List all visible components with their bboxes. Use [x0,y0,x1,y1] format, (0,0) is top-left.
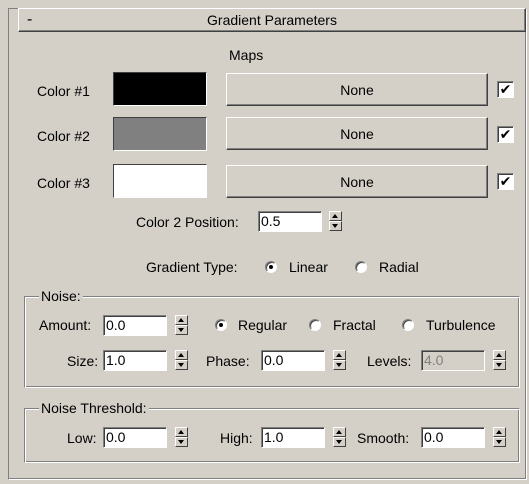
color1-map-checkbox[interactable]: ✔ [497,81,514,98]
rollout-title: Gradient Parameters [207,12,337,28]
noise-size-input[interactable]: 1.0 [103,350,167,371]
noise-group-label: Noise: [39,288,83,304]
spinner-icon[interactable] [175,427,188,448]
noise-amount-input[interactable]: 0.0 [103,315,167,336]
noise-turbulence-label: Turbulence [426,317,496,333]
noise-threshold-smooth-label: Smooth: [357,430,410,446]
noise-threshold-low-input[interactable]: 0.0 [103,427,167,448]
color2-map-checkbox[interactable]: ✔ [497,126,514,143]
checkmark-icon: ✔ [499,173,512,189]
noise-fractal-radio[interactable] [309,319,321,331]
noise-group [24,296,520,388]
color2-position-input[interactable]: 0.5 [258,211,322,232]
color3-map-checkbox[interactable]: ✔ [497,173,514,190]
noise-threshold-high-label: High: [220,430,253,446]
checkmark-icon: ✔ [499,81,512,97]
gradient-type-radial-label: Radial [379,259,419,275]
noise-amount-label: Amount: [39,317,92,333]
color3-map-label: None [340,173,374,190]
spinner-icon[interactable] [329,211,342,232]
noise-regular-radio[interactable] [215,319,227,331]
spinner-icon[interactable] [333,350,346,371]
color1-label: Color #1 [37,83,90,99]
spinner-icon[interactable] [175,350,188,371]
gradient-type-radial-radio[interactable] [355,261,367,273]
gradient-type-linear-radio[interactable] [265,261,277,273]
noise-threshold-group-label: Noise Threshold: [39,400,149,416]
spinner-icon[interactable] [493,350,506,371]
color3-map-button[interactable]: None [226,165,488,198]
color2-swatch[interactable] [113,117,207,151]
color2-position-label: Color 2 Position: [136,214,239,230]
noise-turbulence-radio[interactable] [402,319,414,331]
rollout-titlebar[interactable]: - Gradient Parameters [18,8,526,32]
noise-levels-input[interactable]: 4.0 [421,350,485,371]
spinner-icon[interactable] [493,427,506,448]
color3-swatch[interactable] [113,164,207,198]
gradient-type-linear-label: Linear [289,259,328,275]
noise-phase-input[interactable]: 0.0 [261,350,325,371]
color3-label: Color #3 [37,175,90,191]
noise-threshold-smooth-input[interactable]: 0.0 [421,427,485,448]
noise-regular-label: Regular [238,317,288,333]
noise-threshold-low-label: Low: [67,430,97,446]
color2-map-button[interactable]: None [226,117,488,150]
gradient-type-label: Gradient Type: [146,259,238,275]
color2-map-label: None [340,125,374,142]
collapse-icon[interactable]: - [27,11,32,29]
noise-threshold-high-input[interactable]: 1.0 [261,427,325,448]
noise-fractal-label: Fractal [333,317,376,333]
checkmark-icon: ✔ [499,126,512,142]
color1-swatch[interactable] [113,72,207,106]
noise-phase-label: Phase: [206,353,250,369]
spinner-icon[interactable] [175,315,188,336]
noise-size-label: Size: [67,353,99,369]
spinner-icon[interactable] [333,427,346,448]
color1-map-button[interactable]: None [226,73,488,106]
color1-map-label: None [340,81,374,98]
maps-label: Maps [229,47,264,63]
color2-label: Color #2 [37,128,90,144]
noise-levels-label: Levels: [367,353,412,369]
